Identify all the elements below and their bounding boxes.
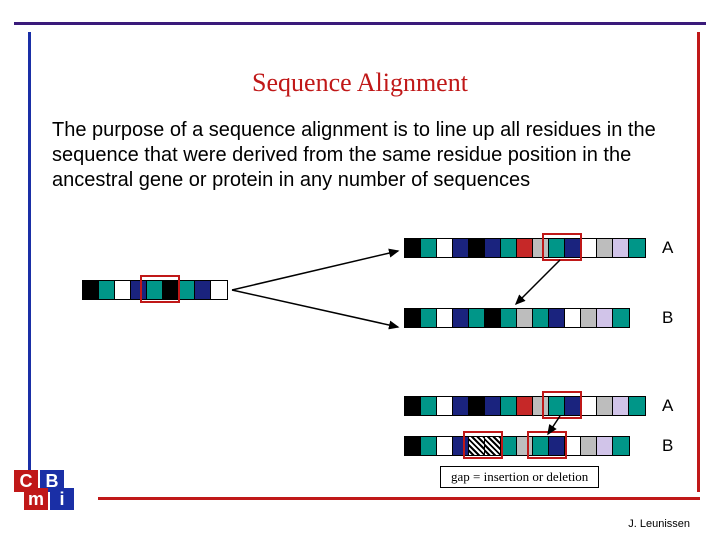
ancestor-highlight-box xyxy=(140,275,180,303)
residue-cell xyxy=(629,397,645,415)
residue-cell xyxy=(629,239,645,257)
sequence-a-row1 xyxy=(404,238,646,258)
residue-cell xyxy=(469,309,485,327)
residue-cell xyxy=(405,437,421,455)
residue-cell xyxy=(437,437,453,455)
slide-title: Sequence Alignment xyxy=(0,68,720,98)
residue-cell xyxy=(453,309,469,327)
footer-author: J. Leunissen xyxy=(628,518,690,530)
residue-cell xyxy=(485,239,501,257)
bottom-rule xyxy=(98,497,700,500)
residue-cell xyxy=(581,309,597,327)
connector-arrow-row1 xyxy=(510,256,570,310)
residue-cell xyxy=(437,309,453,327)
residue-cell xyxy=(211,281,227,299)
residue-cell xyxy=(501,397,517,415)
label-a-row1: A xyxy=(662,238,673,258)
gap-note-box: gap = insertion or deletion xyxy=(440,466,599,488)
residue-cell xyxy=(405,239,421,257)
logo-m: m xyxy=(24,488,48,510)
sequence-b-row2 xyxy=(404,436,630,456)
residue-cell xyxy=(195,281,211,299)
residue-cell xyxy=(597,309,613,327)
residue-cell xyxy=(421,239,437,257)
label-b-row2: B xyxy=(662,436,673,456)
residue-cell xyxy=(597,437,613,455)
residue-cell xyxy=(421,309,437,327)
sequence-a-row2 xyxy=(404,396,646,416)
residue-cell xyxy=(99,281,115,299)
slide-body: The purpose of a sequence alignment is t… xyxy=(52,118,660,193)
residue-cell xyxy=(453,239,469,257)
residue-cell xyxy=(565,437,581,455)
label-a-row2: A xyxy=(662,396,673,416)
residue-cell xyxy=(581,397,597,415)
branch-arrows xyxy=(228,245,408,335)
sequence-b-row1 xyxy=(404,308,630,328)
residue-cell xyxy=(517,397,533,415)
residue-cell xyxy=(533,309,549,327)
residue-cell xyxy=(581,239,597,257)
residue-cell xyxy=(405,397,421,415)
residue-cell xyxy=(501,239,517,257)
seqB2-gap-box xyxy=(463,431,503,459)
residue-cell xyxy=(613,239,629,257)
residue-cell xyxy=(565,309,581,327)
residue-cell xyxy=(179,281,195,299)
residue-cell xyxy=(83,281,99,299)
connector-arrow-row2 xyxy=(542,414,572,438)
residue-cell xyxy=(421,437,437,455)
logo-i: i xyxy=(50,488,74,510)
top-rule xyxy=(14,22,706,25)
residue-cell xyxy=(437,239,453,257)
residue-cell xyxy=(613,309,629,327)
residue-cell xyxy=(597,397,613,415)
residue-cell xyxy=(485,309,501,327)
residue-cell xyxy=(549,309,565,327)
residue-cell xyxy=(437,397,453,415)
residue-cell xyxy=(469,397,485,415)
residue-cell xyxy=(421,397,437,415)
left-rule xyxy=(28,32,31,492)
cmbi-logo: C B m i xyxy=(14,470,64,516)
residue-cell xyxy=(501,309,517,327)
residue-cell xyxy=(581,437,597,455)
residue-cell xyxy=(469,239,485,257)
label-b-row1: B xyxy=(662,308,673,328)
residue-cell xyxy=(485,397,501,415)
residue-cell xyxy=(453,397,469,415)
right-rule xyxy=(697,32,700,492)
residue-cell xyxy=(115,281,131,299)
residue-cell xyxy=(597,239,613,257)
residue-cell xyxy=(613,397,629,415)
residue-cell xyxy=(517,309,533,327)
residue-cell xyxy=(405,309,421,327)
residue-cell xyxy=(517,239,533,257)
residue-cell xyxy=(613,437,629,455)
residue-cell xyxy=(501,437,517,455)
